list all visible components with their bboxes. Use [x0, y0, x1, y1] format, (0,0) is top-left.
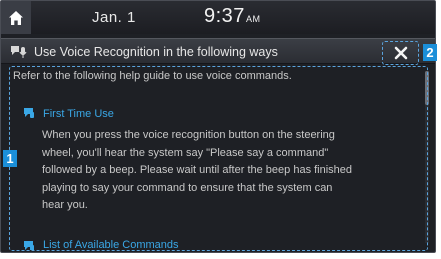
time-value: 9:37 [204, 5, 245, 27]
status-bar: Jan. 1 9:37AM [1, 1, 435, 34]
home-button[interactable] [1, 1, 31, 34]
callout-badge-1: 1 [3, 150, 17, 167]
callout-badge-2: 2 [423, 44, 437, 61]
dialog-title-bar: Use Voice Recognition in the following w… [1, 38, 435, 64]
callout-content-outline [9, 66, 428, 251]
time-ampm: AM [245, 14, 261, 24]
date-display: Jan. 1 [92, 9, 136, 26]
time-display: 9:37AM [204, 5, 260, 28]
home-icon [9, 10, 23, 25]
voice-recognition-icon [11, 46, 27, 58]
dialog-title: Use Voice Recognition in the following w… [34, 45, 278, 59]
callout-close-outline [382, 41, 419, 65]
